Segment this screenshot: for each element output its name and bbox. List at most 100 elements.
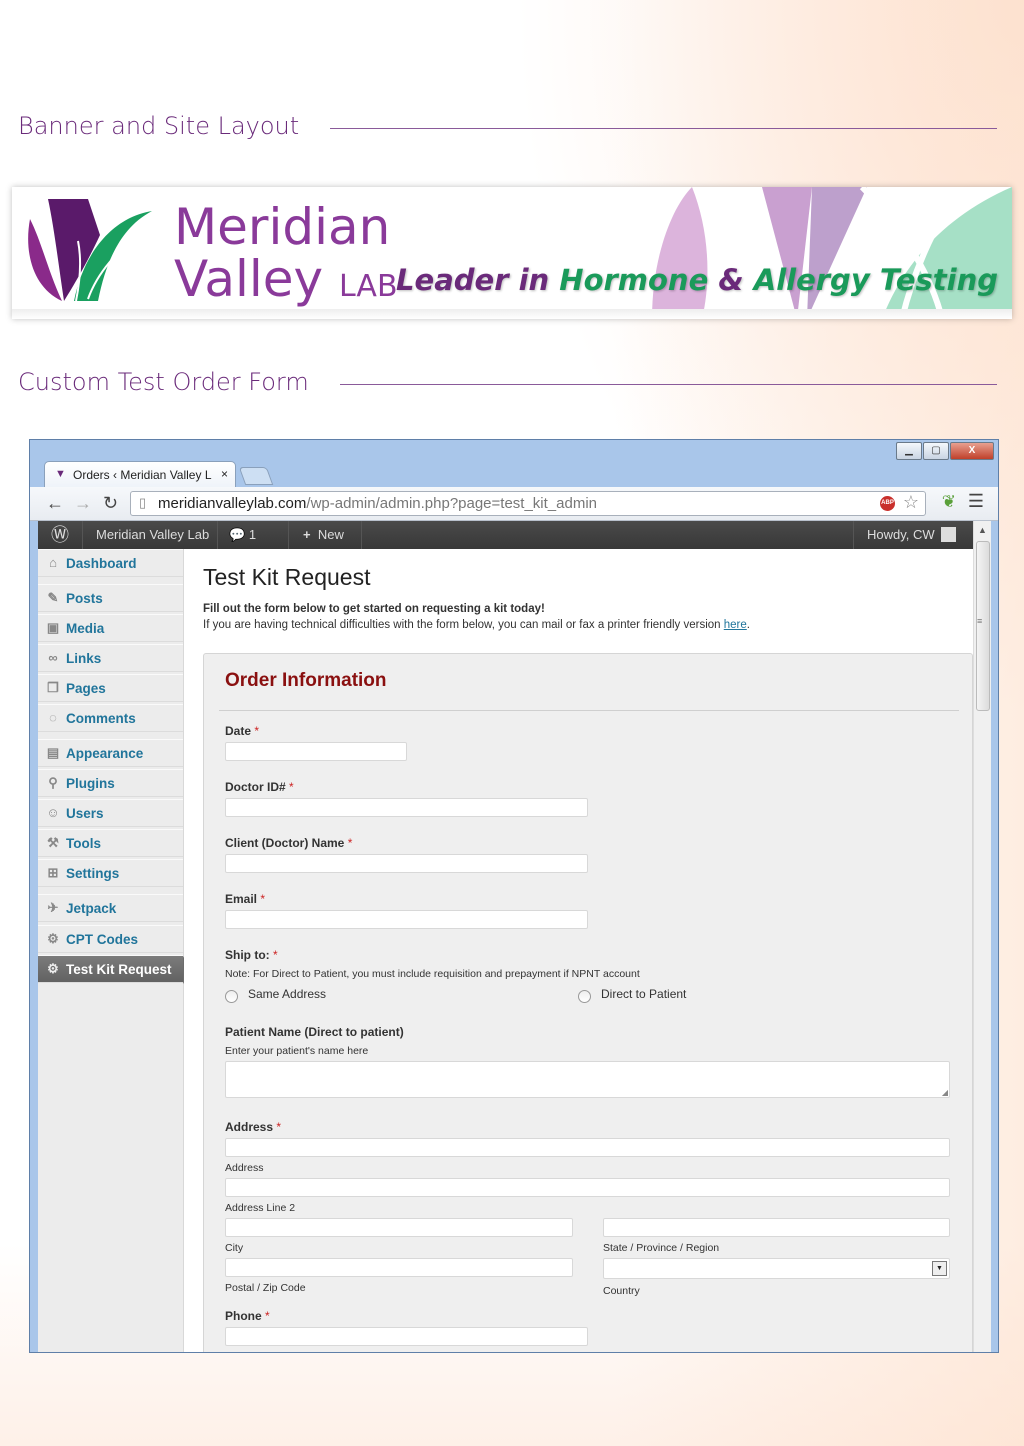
email-label: Email * — [225, 892, 265, 906]
date-label-text: Date — [225, 724, 252, 738]
intro-bold: Fill out the form below to get started o… — [203, 603, 545, 615]
dashboard-icon: ⌂ — [49, 555, 57, 570]
pin-icon: ✎ — [47, 590, 59, 605]
scroll-thumb[interactable] — [976, 541, 990, 711]
city-sublabel: City — [225, 1242, 244, 1254]
maximize-button[interactable]: ▢ — [923, 442, 949, 460]
page-scrollbar[interactable]: ▲ ≡ — [973, 521, 991, 1352]
date-label: Date * — [225, 724, 259, 738]
required-mark: * — [265, 1309, 270, 1323]
patient-name-label: Patient Name (Direct to patient) — [225, 1025, 404, 1039]
banner-bottom-bar — [12, 309, 1012, 319]
sidebar-item-label: CPT Codes — [66, 932, 139, 947]
gear-icon: ⚙ — [47, 931, 59, 946]
admin-bar-comments[interactable]: 💬 1 — [219, 521, 289, 549]
sidebar-item-label: Media — [66, 621, 105, 636]
address-bar[interactable]: ▯ meridianvalleylab.com/wp-admin/admin.p… — [130, 491, 926, 516]
sidebar-item-label: Test Kit Request — [66, 962, 172, 977]
sidebar-item-label: Comments — [66, 711, 136, 726]
email-input[interactable] — [225, 910, 588, 929]
form-heading: Order Information — [225, 670, 387, 691]
ship-same-address-radio[interactable] — [225, 990, 238, 1003]
sidebar-item-cpt-codes[interactable]: ⚙ CPT Codes — [38, 925, 183, 953]
scroll-up-icon[interactable]: ▲ — [978, 525, 987, 535]
address-label-text: Address — [225, 1120, 274, 1134]
ship-direct-radio[interactable] — [578, 990, 591, 1003]
sidebar-item-appearance[interactable]: ▤ Appearance — [38, 739, 183, 767]
sidebar-item-jetpack[interactable]: ✈ Jetpack — [38, 894, 183, 922]
client-name-label: Client (Doctor) Name * — [225, 836, 352, 850]
sidebar-item-label: Jetpack — [66, 901, 117, 916]
admin-bar-account[interactable]: Howdy, CW — [853, 521, 973, 549]
sidebar-item-label: Links — [66, 651, 102, 666]
printer-version-link[interactable]: here — [724, 619, 747, 631]
plus-icon: + — [303, 527, 311, 542]
zip-sublabel: Postal / Zip Code — [225, 1282, 306, 1294]
intro-end: . — [746, 619, 750, 631]
reload-icon[interactable]: ↻ — [103, 493, 118, 514]
sidebar-item-settings[interactable]: ⊞ Settings — [38, 859, 183, 887]
url-text: meridianvalleylab.com/wp-admin/admin.php… — [158, 495, 597, 512]
wordpress-logo-icon[interactable]: Ⓦ — [38, 521, 83, 549]
extension-leaf-icon[interactable]: ❦ — [942, 492, 956, 512]
sidebar-item-label: Tools — [66, 836, 101, 851]
browser-menu-icon[interactable]: ☰ — [968, 491, 984, 512]
required-mark: * — [276, 1120, 282, 1134]
sidebar-item-label: Posts — [66, 591, 103, 606]
sidebar-item-users[interactable]: ☺ Users — [38, 799, 183, 827]
new-label: New — [317, 527, 344, 542]
ship-same-address-label: Same Address — [248, 987, 327, 1001]
phone-input[interactable] — [225, 1327, 588, 1346]
new-tab-button[interactable] — [238, 467, 274, 485]
city-input[interactable] — [225, 1218, 573, 1237]
state-input[interactable] — [603, 1218, 950, 1237]
ship-note: Note: For Direct to Patient, you must in… — [225, 968, 640, 980]
doctor-id-input[interactable] — [225, 798, 588, 817]
banner-tagline: Leader in Hormone & Allergy Testing — [396, 263, 998, 297]
sidebar-item-test-kit-request[interactable]: ⚙ Test Kit Request — [38, 955, 191, 984]
sidebar-item-comments[interactable]: ◌ Comments — [38, 704, 183, 732]
country-select[interactable]: ▼ — [603, 1258, 950, 1279]
sidebar-item-links[interactable]: ∞ Links — [38, 644, 183, 672]
url-path: /wp-admin/admin.php?page=test_kit_admin — [306, 495, 598, 512]
zip-input[interactable] — [225, 1258, 573, 1277]
address-input[interactable] — [225, 1138, 950, 1157]
admin-bar-site-name[interactable]: Meridian Valley Lab — [83, 521, 218, 549]
url-domain: meridianvalleylab.com — [158, 495, 307, 512]
adblock-icon[interactable]: ABP — [880, 496, 895, 511]
required-mark: * — [347, 836, 353, 850]
bookmark-star-icon[interactable]: ☆ — [903, 492, 919, 513]
patient-name-textarea[interactable]: ◢ — [225, 1061, 950, 1098]
sidebar-item-media[interactable]: ▣ Media — [38, 614, 183, 642]
browser-window: ▁ ▢ X ▼ Orders ‹ Meridian Valley L × ← →… — [29, 439, 999, 1353]
minimize-button[interactable]: ▁ — [896, 442, 922, 460]
sidebar-item-tools[interactable]: ⚒ Tools — [38, 829, 183, 857]
resize-grip-icon[interactable]: ◢ — [942, 1088, 948, 1097]
main-content: Test Kit Request Fill out the form below… — [184, 549, 973, 1352]
sidebar-item-plugins[interactable]: ⚲ Plugins — [38, 769, 183, 797]
address-label: Address * — [225, 1120, 281, 1134]
back-icon[interactable]: ← — [46, 493, 64, 514]
users-icon: ☺ — [46, 805, 60, 820]
sidebar-item-posts[interactable]: ✎ Posts — [38, 584, 183, 612]
tab-close-icon[interactable]: × — [221, 467, 228, 481]
close-window-button[interactable]: X — [950, 442, 994, 460]
sidebar-item-label: Appearance — [66, 746, 144, 761]
section-rule-form — [340, 384, 997, 385]
browser-tab[interactable]: ▼ Orders ‹ Meridian Valley L × — [44, 461, 236, 488]
brand-line2: Valley — [174, 250, 324, 308]
client-name-input[interactable] — [225, 854, 588, 873]
sidebar-item-pages[interactable]: ❐ Pages — [38, 674, 183, 702]
sidebar-item-dashboard[interactable]: ⌂ Dashboard — [38, 549, 183, 577]
sidebar-item-label: Plugins — [66, 776, 115, 791]
section-heading-banner: Banner and Site Layout — [18, 112, 300, 140]
client-name-label-text: Client (Doctor) Name — [225, 836, 345, 850]
scroll-grip-icon: ≡ — [977, 616, 983, 626]
date-input[interactable] — [225, 742, 407, 761]
form-heading-rule — [219, 710, 959, 711]
chevron-down-icon[interactable]: ▼ — [932, 1261, 947, 1276]
admin-bar-new[interactable]: + New — [290, 521, 362, 549]
forward-icon[interactable]: → — [74, 493, 92, 514]
phone-label: Phone * — [225, 1309, 270, 1323]
address-line2-input[interactable] — [225, 1178, 950, 1197]
